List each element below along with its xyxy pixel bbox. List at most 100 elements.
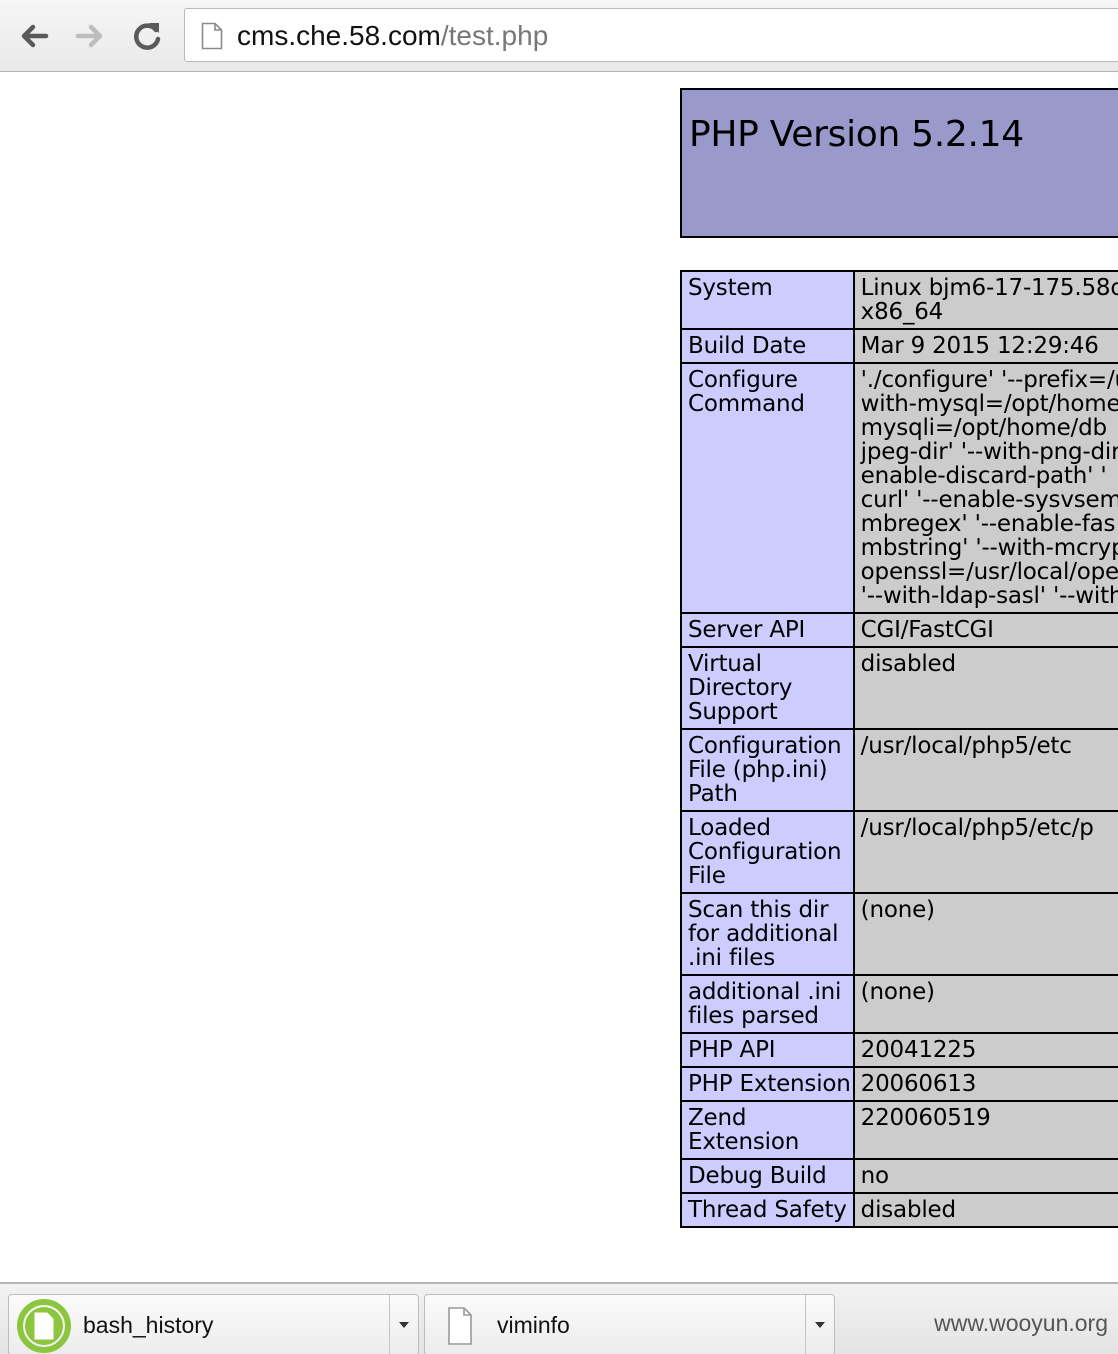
phpinfo-label-line: Thread Safety [688,1197,847,1223]
phpinfo-value-line: CGI/FastCGI [860,617,994,643]
phpinfo-value: 220060519 [852,1100,1118,1160]
phpinfo-value-line: disabled [860,1197,956,1223]
php-version-header: PHP Version 5.2.14 [680,88,1118,238]
phpinfo-value-line: './configure' '--prefix=/u [860,367,1118,393]
phpinfo-label-line: Path [688,781,738,807]
phpinfo-value: Mar 9 2015 12:29:46 [852,328,1118,364]
watermark-text: www.wooyun.org [934,1310,1108,1336]
phpinfo-value-line: Linux bjm6-17-175.58os [860,275,1118,301]
phpinfo-value: Linux bjm6-17-175.58os x86_64 [852,270,1118,330]
url-host: cms.che.58.com [237,20,441,51]
phpinfo-value-line: no [860,1163,889,1189]
phpinfo-value: disabled [852,646,1118,730]
phpinfo-value-line: enable-discard-path' ' [860,463,1107,489]
phpinfo-table: System Linux bjm6-17-175.58os x86_64 Build … [680,270,1118,1228]
phpinfo-label: Configure Command [680,362,855,614]
phpinfo-value: CGI/FastCGI [852,612,1118,648]
phpinfo-label-line: Command [688,391,805,417]
phpinfo-label: Server API [680,612,855,648]
phpinfo-value: /usr/local/php5/etc/p [852,810,1118,894]
forward-arrow-icon [75,24,103,48]
phpinfo-value-line: with-mysql=/opt/home [860,391,1118,417]
download-item-viminfo[interactable]: viminfo [424,1294,835,1354]
phpinfo-label-line: PHP Extension [688,1071,851,1097]
phpinfo-row: PHP Extension 20060613 [680,1066,1118,1102]
download-item-bash-history[interactable]: bash_history [8,1294,419,1354]
browser-toolbar: cms.che.58.com/test.php [0,0,1118,72]
phpinfo-label: Debug Build [680,1158,855,1194]
phpinfo-value: 20041225 [852,1032,1118,1068]
phpinfo-value-line: disabled [860,651,956,677]
phpinfo-value-line: mbregex' '--enable-fas [860,511,1116,537]
forward-button[interactable] [70,16,110,56]
dropdown-arrow-icon [399,1322,409,1328]
phpinfo-row: Scan this dir for additional .ini files (no… [680,892,1118,976]
phpinfo-label-line: Support [688,699,778,725]
page-content: PHP Version 5.2.14 System Linux bjm6-17-1… [0,72,1118,1282]
phpinfo-row: System Linux bjm6-17-175.58os x86_64 [680,270,1118,330]
phpinfo-label-line: Extension [688,1129,800,1155]
download-menu-button[interactable] [389,1295,418,1354]
phpinfo-label-line: System [688,275,773,301]
phpinfo-label-line: Loaded [688,815,771,841]
phpinfo-label: Thread Safety [680,1192,855,1228]
phpinfo-label: Virtual Directory Support [680,646,855,730]
page-icon [201,22,223,50]
phpinfo-label-line: Configure [688,367,798,393]
phpinfo-row: Configure Command './configure' '--prefix=… [680,362,1118,614]
phpinfo-value-line: mbstring' '--with-mcryp [860,535,1118,561]
back-arrow-icon [21,24,49,48]
phpinfo-label: PHP API [680,1032,855,1068]
phpinfo-value-line: 20060613 [860,1071,977,1097]
phpinfo-label: Loaded Configuration File [680,810,855,894]
phpinfo-value-line: mysqli=/opt/home/db [860,415,1107,441]
phpinfo-value: /usr/local/php5/etc [852,728,1118,812]
phpinfo-value-line: /usr/local/php5/etc/p [860,815,1094,841]
phpinfo-label-line: Build Date [688,333,807,359]
browser-window: cms.che.58.com/test.php PHP Version 5.2.… [0,0,1118,1354]
phpinfo-value: 20060613 [852,1066,1118,1102]
phpinfo-value-line: (none) [860,979,935,1005]
phpinfo-label-line: Zend [688,1105,747,1131]
phpinfo-label-line: files parsed [688,1003,819,1029]
phpinfo-value-line: x86_64 [860,299,944,325]
phpinfo-label-line: Virtual [688,651,762,677]
phpinfo-label: PHP Extension [680,1066,855,1102]
back-button[interactable] [14,16,54,56]
phpinfo-label-line: for additional [688,921,839,947]
url-path: /test.php [440,20,549,51]
phpinfo-value-line: '--with-ldap-sasl' '--with [860,583,1118,609]
phpinfo-value: (none) [852,892,1118,976]
phpinfo-value-line: /usr/local/php5/etc [860,733,1072,759]
phpinfo-value: (none) [852,974,1118,1034]
phpinfo-label: Build Date [680,328,855,364]
phpinfo-row: Loaded Configuration File/usr/local/php5/e… [680,810,1118,894]
phpinfo-label: additional .ini files parsed [680,974,855,1034]
address-bar[interactable]: cms.che.58.com/test.php [184,8,1118,62]
phpinfo-value-line: curl' '--enable-sysvsem [860,487,1118,513]
phpinfo-label-line: additional .ini [688,979,842,1005]
phpinfo-label-line: Scan this dir [688,897,829,923]
phpinfo-label: Zend Extension [680,1100,855,1160]
phpinfo-value: './configure' '--prefix=/u with-mysql=/op… [852,362,1118,614]
reload-button[interactable] [127,16,167,56]
phpinfo-row: Server API CGI/FastCGI [680,612,1118,648]
download-name: viminfo [497,1312,570,1338]
phpinfo-row: Configuration File (php.ini) Path/usr/loca… [680,728,1118,812]
phpinfo-row: Debug Build no [680,1158,1118,1194]
dropdown-arrow-icon [815,1322,825,1328]
phpinfo-label-line: Server API [688,617,806,643]
phpinfo-label-line: File [688,863,726,889]
phpinfo-label-line: File (php.ini) [688,757,828,783]
phpinfo-label: Configuration File (php.ini) Path [680,728,855,812]
url-text[interactable]: cms.che.58.com/test.php [237,19,548,53]
phpinfo-label-line: Configuration [688,733,842,759]
phpinfo-value-line: Mar 9 2015 12:29:46 [860,333,1099,359]
download-progress-icon [17,1299,71,1353]
phpinfo-value-line: jpeg-dir' '--with-png-dir [860,439,1118,465]
phpinfo-row: PHP API 20041225 [680,1032,1118,1068]
phpinfo-value: no [852,1158,1118,1194]
download-menu-button[interactable] [805,1295,834,1354]
phpinfo-label-line: Directory [688,675,793,701]
phpinfo-label: Scan this dir for additional .ini files [680,892,855,976]
